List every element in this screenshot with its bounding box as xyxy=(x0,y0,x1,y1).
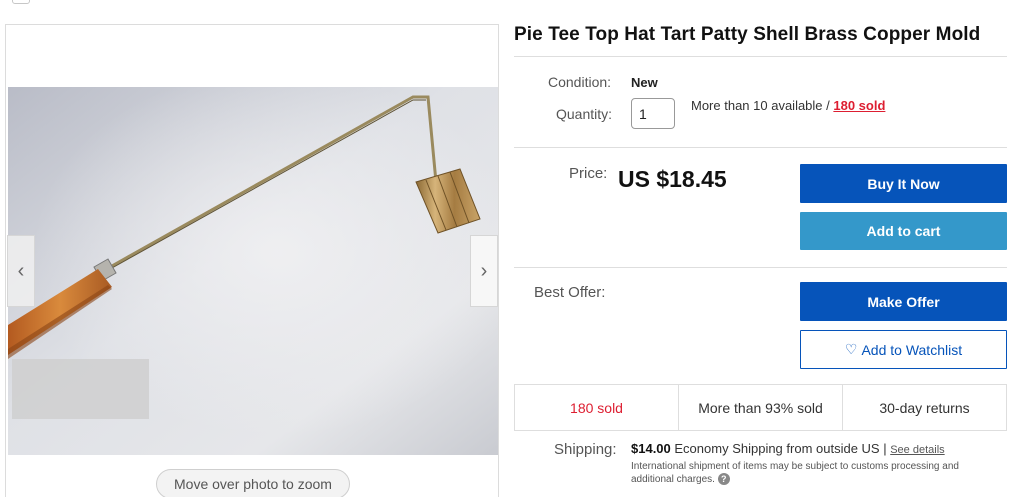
image-thumbnail-overlay xyxy=(12,359,149,419)
question-icon[interactable]: ? xyxy=(717,473,730,486)
watchlist-label: Add to Watchlist xyxy=(861,341,963,358)
divider xyxy=(514,56,1007,57)
stat-percent-sold: More than 93% sold xyxy=(679,385,843,430)
divider xyxy=(514,147,1007,148)
next-image-button[interactable]: › xyxy=(470,235,498,307)
price-label: Price: xyxy=(569,165,608,182)
availability-label: More than 10 available / xyxy=(691,98,834,113)
availability-text: More than 10 available / 180 sold xyxy=(691,98,885,113)
divider xyxy=(514,267,1007,268)
shipping-method: Economy Shipping from outside US | xyxy=(674,441,891,456)
condition-label: Condition: xyxy=(548,74,612,90)
shipping-summary: $14.00 Economy Shipping from outside US … xyxy=(631,441,945,456)
zoom-hint: Move over photo to zoom xyxy=(156,469,350,497)
stat-returns: 30-day returns xyxy=(879,399,970,416)
top-checkbox[interactable] xyxy=(12,0,30,4)
chevron-left-icon: ‹ xyxy=(17,259,25,282)
item-title: Pie Tee Top Hat Tart Patty Shell Brass C… xyxy=(514,24,981,45)
item-stats: 180 sold More than 93% sold 30-day retur… xyxy=(514,384,1007,431)
chevron-right-icon: › xyxy=(480,259,488,282)
sold-count-link[interactable]: 180 sold xyxy=(833,98,885,113)
image-gallery[interactable]: ‹ › Move over photo to zoom xyxy=(5,24,499,497)
see-details-link[interactable]: See details xyxy=(890,444,944,456)
add-to-cart-button[interactable]: Add to cart xyxy=(800,212,1007,250)
heart-icon: ♡ xyxy=(844,341,858,357)
shipping-cost: $14.00 xyxy=(631,441,671,456)
condition-value: New xyxy=(631,75,658,90)
buy-it-now-button[interactable]: Buy It Now xyxy=(800,164,1007,203)
quantity-label: Quantity: xyxy=(556,106,613,122)
best-offer-label: Best Offer: xyxy=(534,284,606,301)
add-to-watchlist-button[interactable]: ♡ Add to Watchlist xyxy=(800,330,1007,369)
make-offer-button[interactable]: Make Offer xyxy=(800,282,1007,321)
quantity-input[interactable] xyxy=(631,98,675,129)
shipping-label: Shipping: xyxy=(554,441,617,458)
stat-sold: 180 sold xyxy=(515,385,679,430)
price-value: US $18.45 xyxy=(618,166,727,192)
customs-note: International shipment of items may be s… xyxy=(631,461,959,485)
prev-image-button[interactable]: ‹ xyxy=(7,235,35,307)
shipping-note: International shipment of items may be s… xyxy=(631,460,1001,486)
